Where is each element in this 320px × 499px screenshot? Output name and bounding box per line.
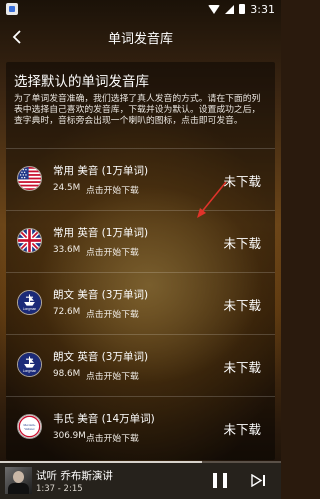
- download-status-button[interactable]: 未下载: [223, 295, 261, 314]
- audio-player-bar[interactable]: 试听 乔布斯演讲 1:37 - 2:15: [0, 461, 281, 499]
- library-size: 33.6M: [53, 245, 81, 255]
- library-item-common-uk[interactable]: 常用 英音 (1万单词) 33.6M 点击开始下载 未下载: [6, 210, 275, 272]
- skip-next-icon: [251, 474, 265, 487]
- library-hint: 点击开始下载: [86, 310, 139, 320]
- signal-icon: [225, 4, 235, 14]
- uk-flag-icon: [17, 228, 42, 253]
- download-status-button[interactable]: 未下载: [223, 419, 261, 438]
- library-item-longman-us[interactable]: Longman 朗文 美音 (3万单词) 72.6M 点击开始下载 未下载: [6, 272, 275, 334]
- pause-button[interactable]: [213, 473, 227, 488]
- svg-text:Webster: Webster: [24, 427, 35, 431]
- longman-logo-text: Longman: [23, 307, 36, 311]
- library-size: 72.6M: [53, 307, 81, 317]
- page-title: 单词发音库: [107, 31, 173, 47]
- library-name: 朗文 英音 (3万单词): [53, 351, 149, 363]
- chevron-left-icon: [12, 30, 21, 44]
- panel-description: 为了单词发音准确，我们选择了真人发音的方式。请在下面的列表中选择自己喜欢的发音库…: [14, 94, 261, 126]
- track-time: 1:37 - 2:15: [36, 484, 83, 494]
- library-item-merriam-webster-us[interactable]: Merriam- Webster 韦氏 美音 (14万单词) 306.9M 点击…: [6, 396, 275, 458]
- library-hint: 点击开始下载: [86, 372, 139, 382]
- track-title: 试听 乔布斯演讲: [36, 470, 113, 482]
- merriam-webster-logo-icon: Merriam- Webster: [17, 414, 42, 439]
- download-status-button[interactable]: 未下载: [223, 357, 261, 376]
- pronunciation-library-panel: 选择默认的单词发音库 为了单词发音准确，我们选择了真人发音的方式。请在下面的列表…: [6, 62, 275, 460]
- progress-track[interactable]: [0, 461, 281, 463]
- next-button[interactable]: [251, 474, 266, 487]
- library-size: 306.9M: [53, 431, 86, 441]
- library-hint: 点击开始下载: [86, 434, 139, 444]
- annotation-arrow-icon: [197, 181, 227, 218]
- album-cover: [5, 467, 32, 494]
- library-name: 朗文 美音 (3万单词): [53, 289, 149, 301]
- library-name: 常用 美音 (1万单词): [53, 165, 149, 177]
- top-bar: 单词发音库: [0, 22, 281, 52]
- library-size: 24.5M: [53, 183, 81, 193]
- progress-fill: [0, 461, 203, 463]
- back-button[interactable]: [6, 26, 28, 48]
- library-item-longman-uk[interactable]: Longman 朗文 英音 (3万单词) 98.6M 点击开始下载 未下载: [6, 334, 275, 396]
- longman-logo-icon: Longman: [17, 290, 42, 315]
- pause-icon: [213, 473, 217, 488]
- library-name: 韦氏 美音 (14万单词): [53, 413, 155, 425]
- status-bar: 3:31: [0, 0, 281, 18]
- library-size: 98.6M: [53, 369, 81, 379]
- panel-title: 选择默认的单词发音库: [14, 74, 149, 90]
- library-hint: 点击开始下载: [86, 248, 139, 258]
- download-status-button[interactable]: 未下载: [223, 233, 261, 252]
- longman-logo-text: Longman: [23, 369, 36, 373]
- status-time: 3:31: [250, 2, 275, 16]
- wifi-icon: [208, 4, 221, 14]
- library-name: 常用 英音 (1万单词): [53, 227, 149, 239]
- app-notification-icon: [6, 3, 18, 15]
- us-flag-icon: [17, 166, 42, 191]
- library-list: 常用 美音 (1万单词) 24.5M 点击开始下载 未下载 常用 英音 (1万单…: [6, 148, 275, 458]
- library-item-common-us[interactable]: 常用 美音 (1万单词) 24.5M 点击开始下载 未下载: [6, 148, 275, 210]
- longman-logo-icon: Longman: [17, 352, 42, 377]
- battery-icon: [239, 4, 246, 14]
- library-hint: 点击开始下载: [86, 186, 139, 196]
